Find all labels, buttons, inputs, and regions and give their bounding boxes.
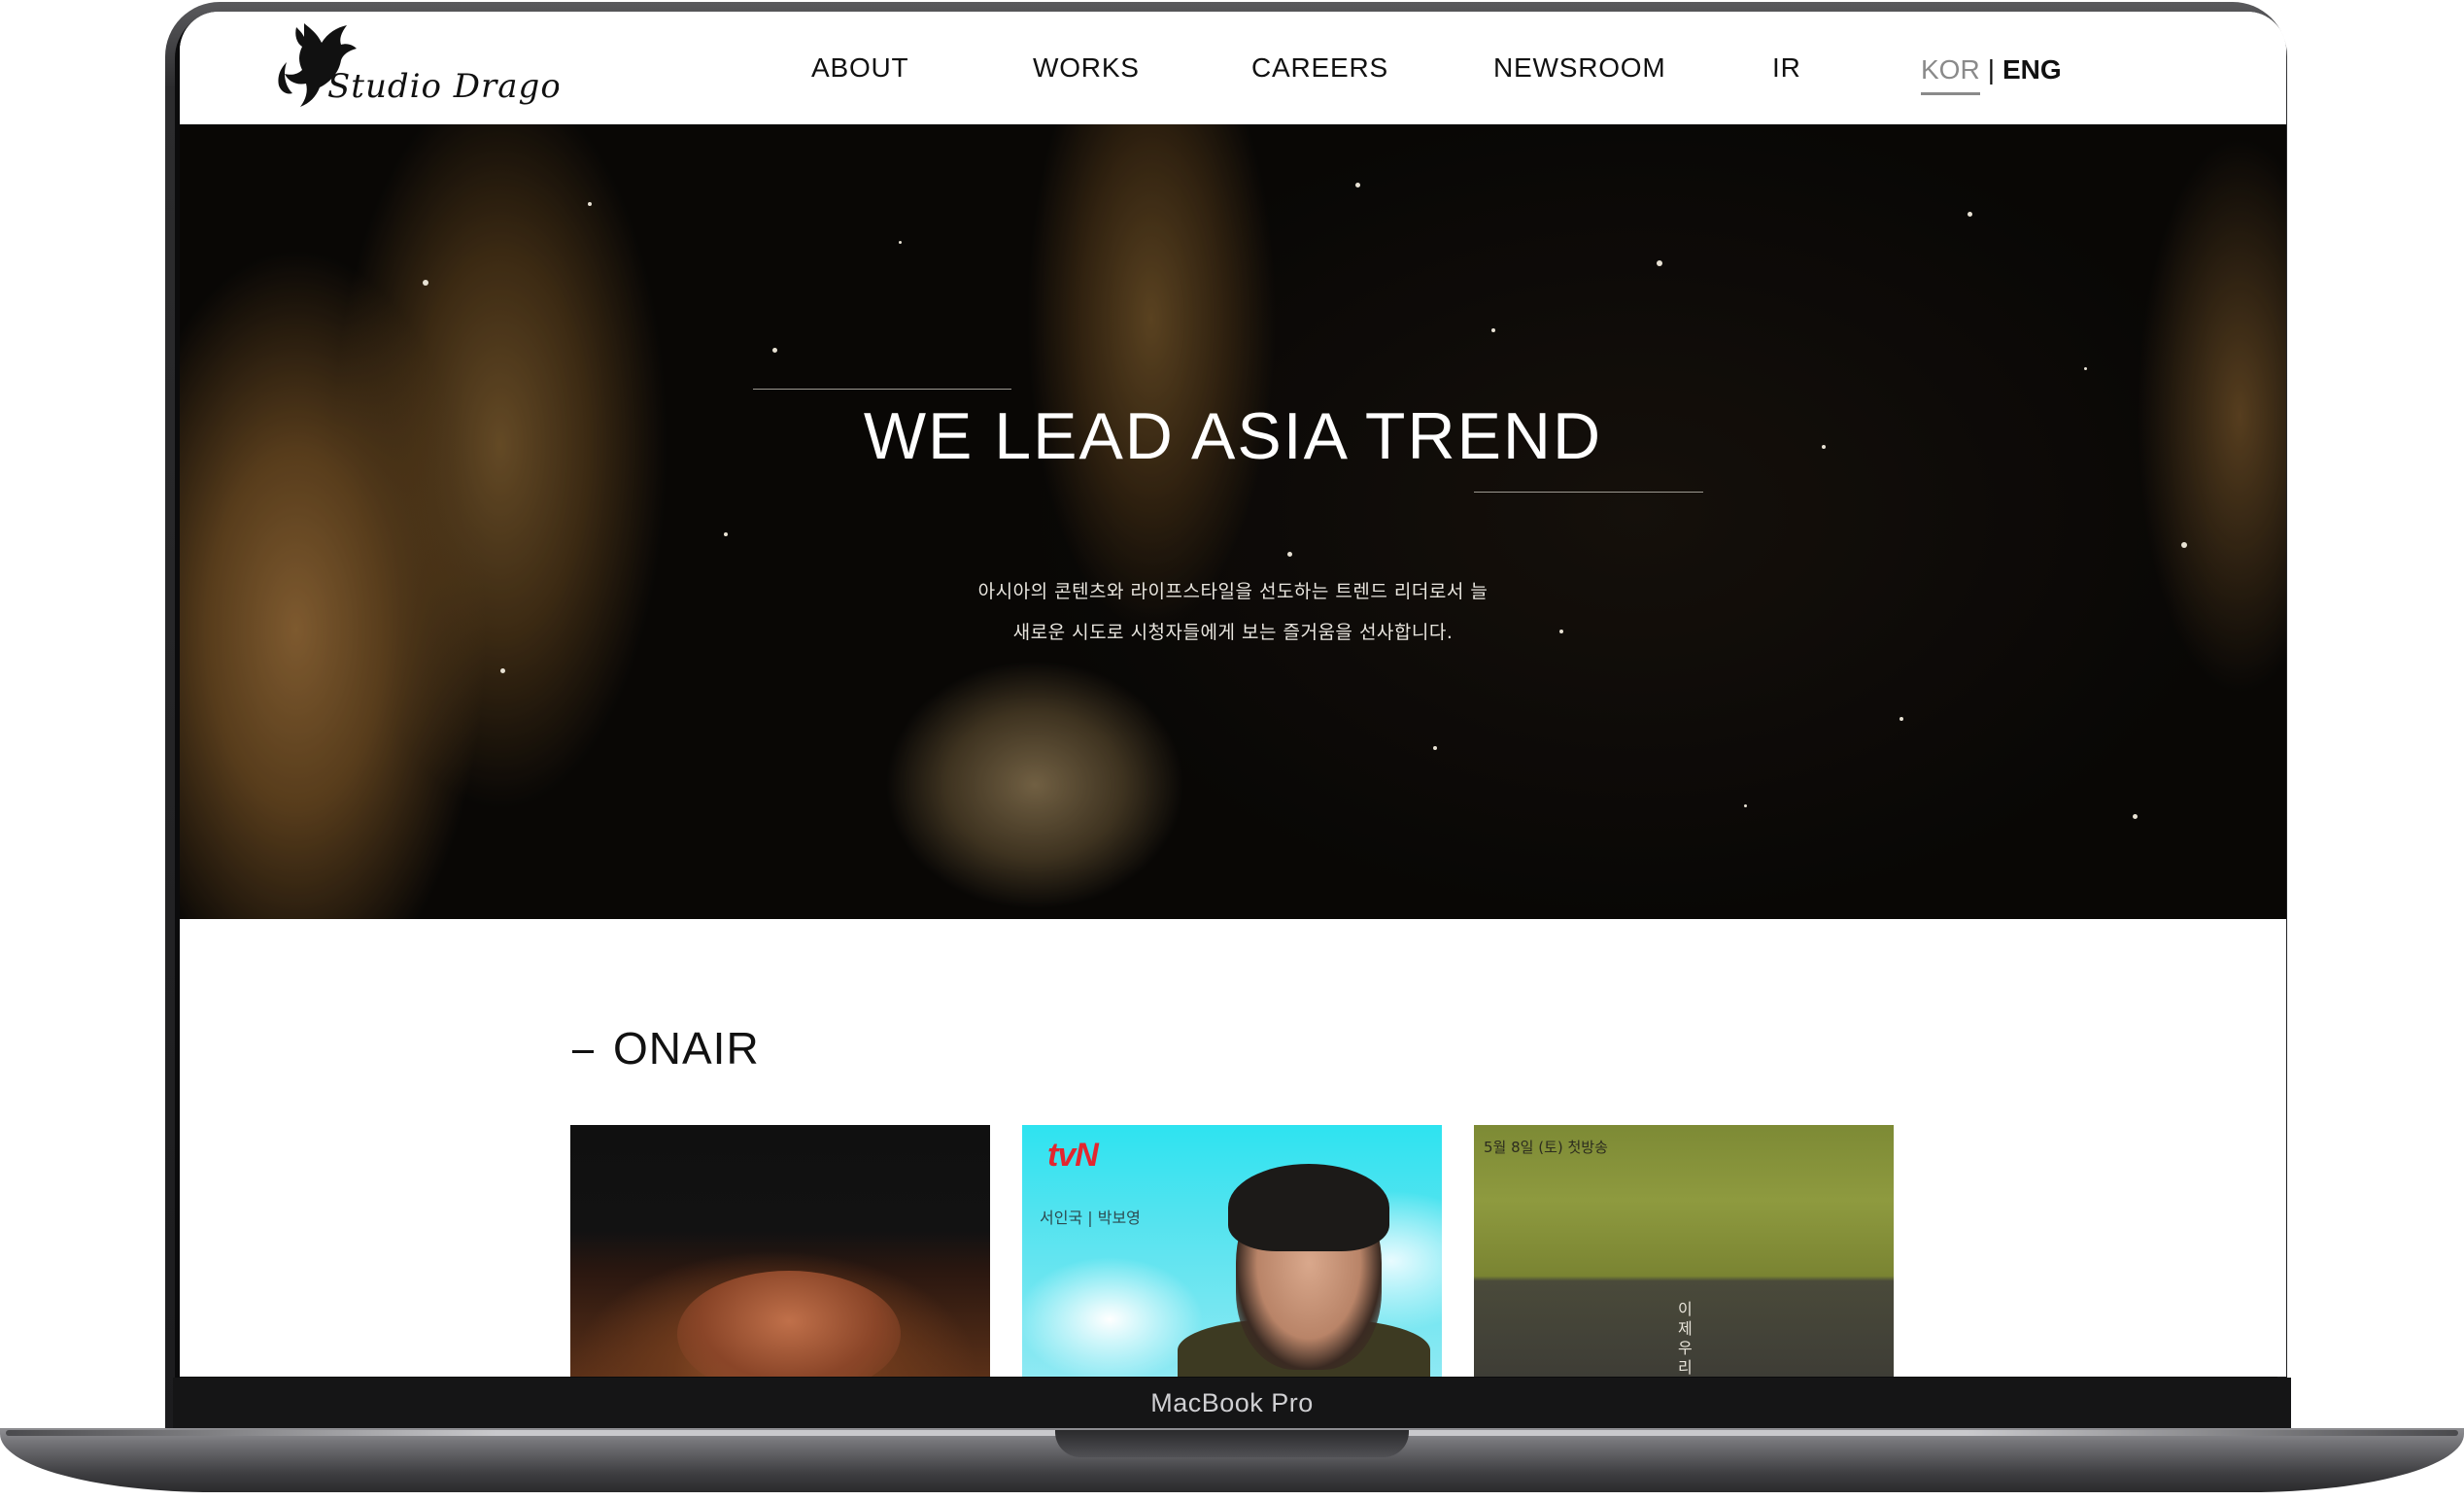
- hero-line-top: [753, 389, 1011, 390]
- snow-particle: [2133, 814, 2138, 819]
- device-label: MacBook Pro: [1150, 1387, 1314, 1417]
- snow-particle: [1744, 804, 1747, 807]
- lang-separator: |: [1987, 54, 1995, 85]
- poster-premiere-date: 5월 8일 (토) 첫방송: [1484, 1139, 1608, 1156]
- onair-section-title: ONAIR: [613, 1023, 760, 1074]
- bottom-bezel: MacBook Pro: [173, 1378, 2291, 1428]
- hero-line-bottom: [1474, 492, 1703, 493]
- snow-particle: [1491, 328, 1495, 332]
- poster-hair: [1228, 1164, 1389, 1251]
- snow-particle: [2181, 542, 2187, 548]
- snow-particle: [1899, 717, 1903, 721]
- snow-particle: [588, 202, 592, 206]
- snow-particle: [423, 280, 428, 286]
- snow-particle: [2084, 367, 2087, 370]
- lang-eng-link[interactable]: ENG: [2002, 54, 2062, 85]
- snow-particle: [1433, 746, 1437, 750]
- laptop-open-groove: [1055, 1430, 1409, 1457]
- snow-particle: [1287, 552, 1292, 557]
- nav-careers[interactable]: CAREERS: [1251, 52, 1388, 84]
- hero-banner: WE LEAD ASIA TREND 아시아의 콘텐츠와 라이프스타일을 선도하…: [180, 124, 2286, 919]
- nav-about[interactable]: ABOUT: [811, 52, 908, 84]
- snow-particle: [899, 241, 902, 244]
- snow-particle: [1657, 260, 1662, 266]
- poster-face: [677, 1271, 901, 1377]
- snow-particle: [500, 668, 505, 673]
- onair-card-3[interactable]: 5월 8일 (토) 첫방송 이제우리: [1474, 1125, 1894, 1377]
- nav-ir[interactable]: IR: [1772, 52, 1801, 84]
- onair-card-2[interactable]: tvN 서인국 | 박보영: [1022, 1125, 1442, 1377]
- poster-cast-names: 서인국 | 박보영: [1040, 1209, 1141, 1227]
- onair-card-1[interactable]: [570, 1125, 990, 1377]
- hero-overlay: [180, 124, 2286, 919]
- onair-dash: [572, 1050, 594, 1053]
- poster-vertical-title: 이제우리: [1678, 1300, 1693, 1377]
- language-switcher: KOR | ENG: [1921, 54, 2062, 95]
- hero-subtitle-line1: 아시아의 콘텐츠와 라이프스타일을 선도하는 트렌드 리더로서 늘: [977, 581, 1489, 602]
- snow-particle: [772, 348, 777, 353]
- screen: Studio Dragon ABOUT WORKS CAREERS NEWSRO…: [180, 12, 2286, 1377]
- lang-kor-link[interactable]: KOR: [1921, 54, 1980, 95]
- snow-particle: [1355, 183, 1360, 188]
- snow-particle: [1968, 212, 1972, 217]
- hero-title: WE LEAD ASIA TREND: [863, 399, 1603, 473]
- nav-works[interactable]: WORKS: [1033, 52, 1140, 84]
- snow-particle: [724, 532, 728, 536]
- hero-subtitle-line2: 새로운 시도로 시청자들에게 보는 즐거움을 선사합니다.: [1012, 622, 1454, 643]
- nav-newsroom[interactable]: NEWSROOM: [1493, 52, 1666, 84]
- tvn-logo: tvN: [1047, 1137, 1099, 1174]
- site-header: Studio Dragon ABOUT WORKS CAREERS NEWSRO…: [180, 12, 2286, 124]
